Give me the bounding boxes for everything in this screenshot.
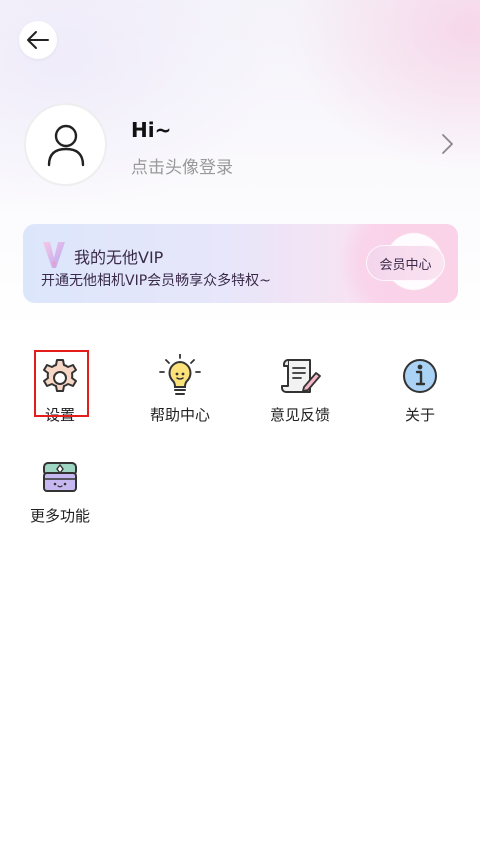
avatar[interactable]: [24, 103, 107, 186]
vip-subtitle: 开通无他相机VIP会员畅享众多特权~: [41, 273, 271, 289]
feedback-label: 意见反馈: [269, 406, 330, 424]
user-outline-icon: [47, 124, 84, 166]
help-center-item[interactable]: 帮助中心: [130, 354, 230, 434]
lightbulb-icon: [159, 354, 201, 395]
back-button[interactable]: [19, 21, 57, 59]
vip-v-logo-icon: [43, 242, 65, 268]
member-center-button[interactable]: 会员中心: [366, 245, 445, 281]
feedback-item[interactable]: 意见反馈: [250, 354, 350, 434]
highlight-box: [34, 350, 89, 417]
vip-title: 我的无他VIP: [74, 248, 164, 267]
profile-section[interactable]: Hi~ 点击头像登录: [24, 103, 458, 187]
about-item[interactable]: 关于: [370, 354, 470, 434]
help-center-label: 帮助中心: [149, 406, 210, 424]
vip-card[interactable]: 我的无他VIP 开通无他相机VIP会员畅享众多特权~ 会员中心: [23, 224, 458, 303]
info-icon: [403, 359, 437, 393]
login-hint[interactable]: 点击头像登录: [131, 153, 233, 178]
arrow-left-icon: [27, 31, 49, 49]
more-features-label: 更多功能: [29, 507, 90, 525]
about-label: 关于: [404, 406, 435, 424]
more-features-item[interactable]: 更多功能: [10, 455, 110, 535]
feedback-scroll-icon: [281, 359, 321, 393]
greeting-text: Hi~: [131, 118, 172, 142]
treasure-chest-icon: [43, 462, 77, 492]
chevron-right-icon[interactable]: [440, 133, 454, 155]
